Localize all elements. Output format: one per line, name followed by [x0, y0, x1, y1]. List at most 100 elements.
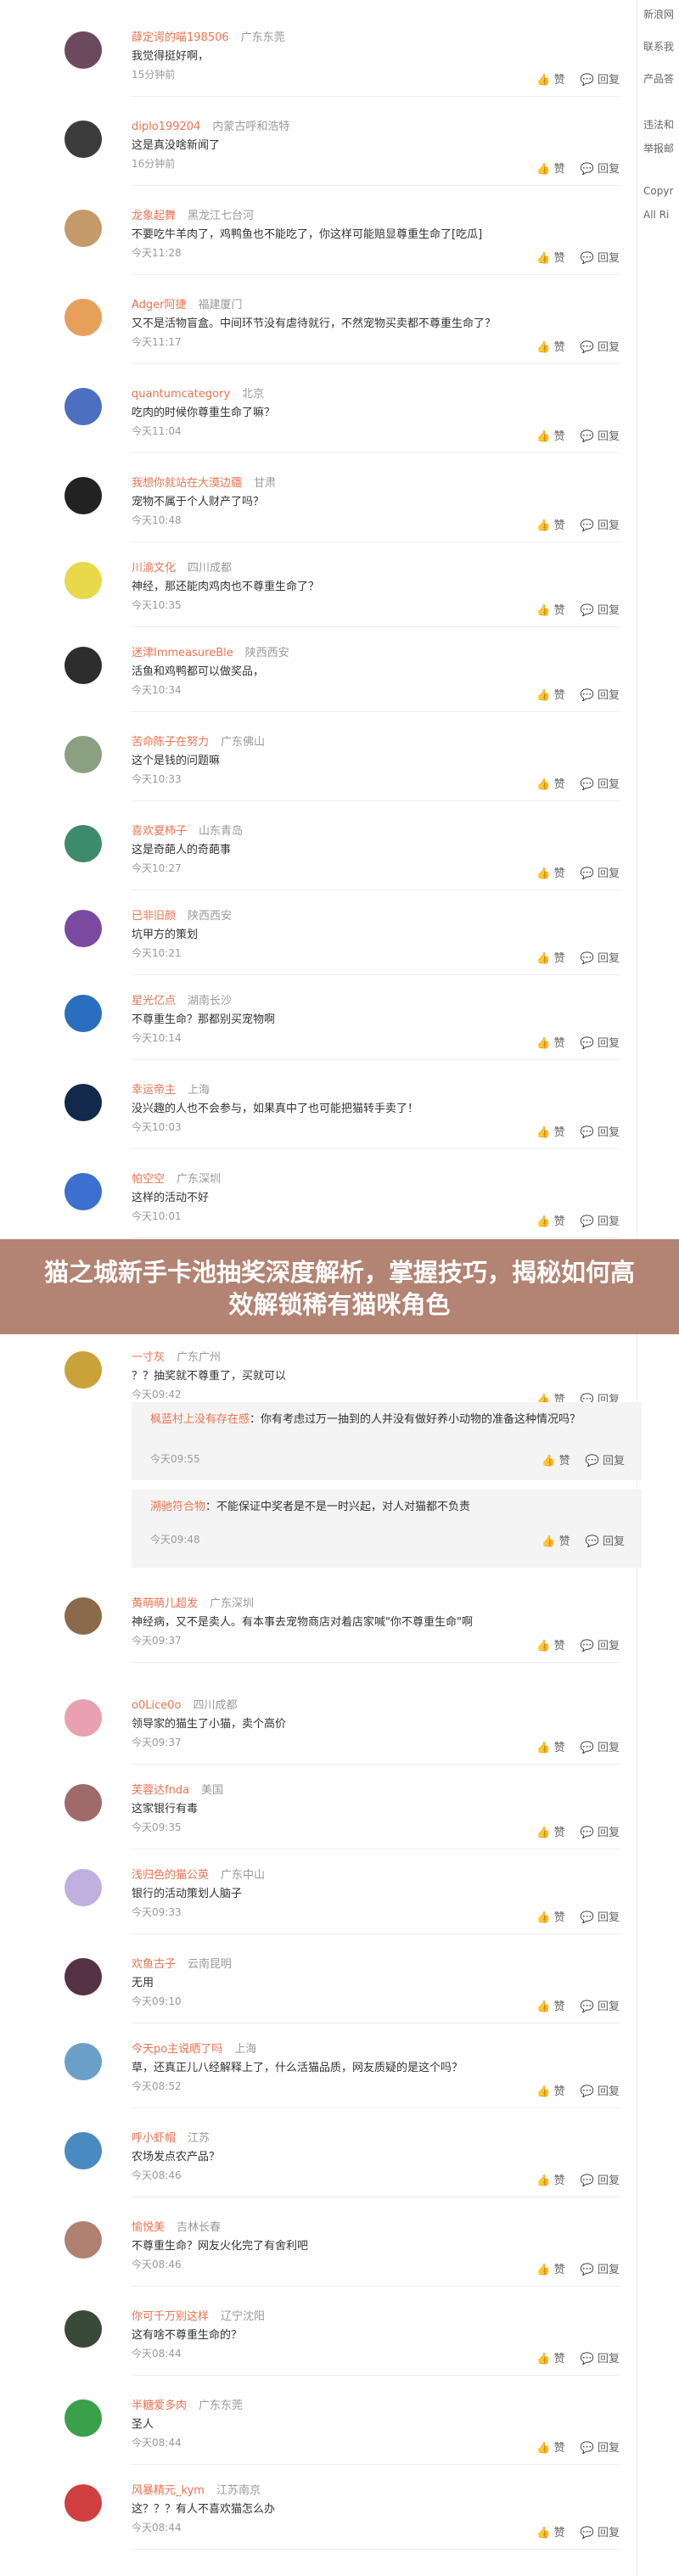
reply-button[interactable]: 💬 回复	[581, 2442, 620, 2455]
like-button[interactable]: 👍 赞	[536, 867, 564, 880]
username[interactable]: 苦命陈子在努力 广东佛山	[132, 732, 265, 749]
username-text[interactable]: 一寸灰	[132, 1351, 165, 1364]
reply-button[interactable]: 💬 回复	[581, 2001, 620, 2013]
username-text[interactable]: 已非旧颜	[132, 910, 176, 923]
username[interactable]: 欢鱼古子 云南昆明	[132, 1955, 232, 1971]
username-text[interactable]: o0Lice0o	[132, 1699, 181, 1712]
avatar[interactable]	[65, 388, 102, 425]
reply-button[interactable]: 💬 回复	[581, 252, 620, 265]
username[interactable]: 一寸灰 广东广州	[132, 1348, 221, 1364]
reply-button[interactable]: 💬 回复	[581, 1742, 620, 1754]
reply-button[interactable]: 💬 回复	[581, 2175, 620, 2187]
username[interactable]: 今天po主说晒了吗 上海	[132, 2040, 256, 2056]
avatar[interactable]	[65, 1958, 102, 1995]
reply-button[interactable]: 💬 回复	[581, 74, 620, 87]
username-text[interactable]: 你可千万别这样	[132, 2310, 209, 2323]
avatar[interactable]	[65, 477, 102, 514]
avatar[interactable]	[65, 299, 102, 336]
username-text[interactable]: 苦命陈子在努力	[132, 736, 209, 749]
reply-button[interactable]: 💬 回复	[581, 2353, 620, 2366]
like-button[interactable]: 👍 赞	[542, 1455, 570, 1468]
username-text[interactable]: 喜欢夏柿子	[132, 825, 187, 838]
reply-button[interactable]: 💬 回复	[581, 689, 620, 702]
username[interactable]: o0Lice0o 四川成都	[132, 1696, 237, 1712]
avatar[interactable]	[65, 1597, 102, 1635]
avatar[interactable]	[65, 2484, 102, 2522]
like-button[interactable]: 👍 赞	[536, 1827, 564, 1839]
username[interactable]: Adger阿捷 福建厦门	[132, 295, 243, 311]
like-button[interactable]: 👍 赞	[536, 952, 564, 965]
username-text[interactable]: 我想你就站在大漠边疆	[132, 477, 242, 490]
like-button[interactable]: 👍 赞	[536, 2353, 564, 2366]
sidebar-link[interactable]: 新浪网	[643, 7, 674, 21]
username[interactable]: 龙象起舞 黑龙江七台河	[132, 206, 254, 222]
username[interactable]: 幸运帝主 上海	[132, 1080, 210, 1097]
sidebar-link[interactable]: 联系我	[643, 39, 674, 53]
reply-button[interactable]: 💬 回复	[581, 163, 620, 176]
avatar[interactable]	[65, 2221, 102, 2259]
username-text[interactable]: 薛定谔的喵198506	[132, 31, 229, 44]
reply-button[interactable]: 💬 回复	[581, 519, 620, 532]
username-text[interactable]: quantumcategory	[132, 388, 230, 401]
username[interactable]: 风暴精元_kym 江苏南京	[132, 2481, 261, 2497]
avatar[interactable]	[65, 736, 102, 773]
username-text[interactable]: 川渝文化	[132, 562, 176, 575]
username-text[interactable]: 龙象起舞	[132, 210, 176, 222]
reply-button[interactable]: 💬 回复	[581, 778, 620, 791]
username-text[interactable]: 星光亿点	[132, 995, 176, 1007]
username[interactable]: 愉悦美 吉林长春	[132, 2218, 221, 2234]
avatar[interactable]	[65, 1869, 102, 1906]
username[interactable]: 已非旧颜 陕西西安	[132, 906, 232, 923]
username-text[interactable]: Adger阿捷	[132, 299, 187, 311]
like-button[interactable]: 👍 赞	[536, 341, 564, 354]
username-text[interactable]: 幸运帝主	[132, 1084, 176, 1097]
username-text[interactable]: 半糖爱多肉	[132, 2399, 187, 2412]
username[interactable]: 浅归色的猫公英 广东中山	[132, 1866, 265, 1882]
avatar[interactable]	[65, 647, 102, 684]
reply-button[interactable]: 💬 回复	[581, 952, 620, 965]
like-button[interactable]: 👍 赞	[536, 252, 564, 265]
reply-button[interactable]: 💬 回复	[581, 2264, 620, 2276]
avatar[interactable]	[65, 2399, 102, 2437]
reply-button[interactable]: 💬 回复	[581, 430, 620, 443]
like-button[interactable]: 👍 赞	[536, 2442, 564, 2455]
username-text[interactable]: 芙蓉达fnda	[132, 1784, 189, 1797]
username[interactable]: 喜欢夏柿子 山东青岛	[132, 822, 243, 838]
like-button[interactable]: 👍 赞	[536, 2175, 564, 2187]
username-text[interactable]: diplo199204	[132, 121, 200, 133]
username-text[interactable]: 风暴精元_kym	[132, 2484, 205, 2497]
like-button[interactable]: 👍 赞	[542, 1535, 570, 1548]
avatar[interactable]	[65, 31, 102, 69]
username-text[interactable]: 帕空空	[132, 1173, 165, 1186]
like-button[interactable]: 👍 赞	[536, 1742, 564, 1754]
username[interactable]: 呼小虾帽 江苏	[132, 2129, 210, 2145]
username-text[interactable]: 愉悦美	[132, 2221, 165, 2234]
reply-button[interactable]: 💬 回复	[581, 2527, 620, 2540]
username-text[interactable]: 呼小虾帽	[132, 2132, 176, 2145]
avatar[interactable]	[65, 121, 102, 158]
like-button[interactable]: 👍 赞	[536, 163, 564, 176]
sidebar-link[interactable]: 违法和	[643, 117, 674, 132]
like-button[interactable]: 👍 赞	[536, 430, 564, 443]
username-text[interactable]: 今天po主说晒了吗	[132, 2043, 222, 2056]
reply-button[interactable]: 💬 回复	[581, 604, 620, 617]
avatar[interactable]	[65, 210, 102, 247]
avatar[interactable]	[65, 2132, 102, 2169]
username[interactable]: 川渝文化 四川成都	[132, 558, 232, 575]
avatar[interactable]	[65, 825, 102, 862]
avatar[interactable]	[65, 562, 102, 599]
username[interactable]: 黄萌萌儿超发 广东深圳	[132, 1594, 254, 1610]
avatar[interactable]	[65, 1084, 102, 1121]
username[interactable]: 芙蓉达fnda 美国	[132, 1781, 223, 1797]
avatar[interactable]	[65, 910, 102, 947]
username[interactable]: diplo199204 内蒙古呼和浩特	[132, 117, 289, 133]
like-button[interactable]: 👍 赞	[536, 689, 564, 702]
like-button[interactable]: 👍 赞	[536, 778, 564, 791]
like-button[interactable]: 👍 赞	[536, 2527, 564, 2540]
like-button[interactable]: 👍 赞	[536, 2001, 564, 2013]
username[interactable]: 帕空空 广东深圳	[132, 1170, 221, 1186]
avatar[interactable]	[65, 1699, 102, 1737]
like-button[interactable]: 👍 赞	[536, 519, 564, 532]
avatar[interactable]	[65, 1351, 102, 1389]
username-text[interactable]: 迷津ImmeasureBle	[132, 647, 233, 659]
